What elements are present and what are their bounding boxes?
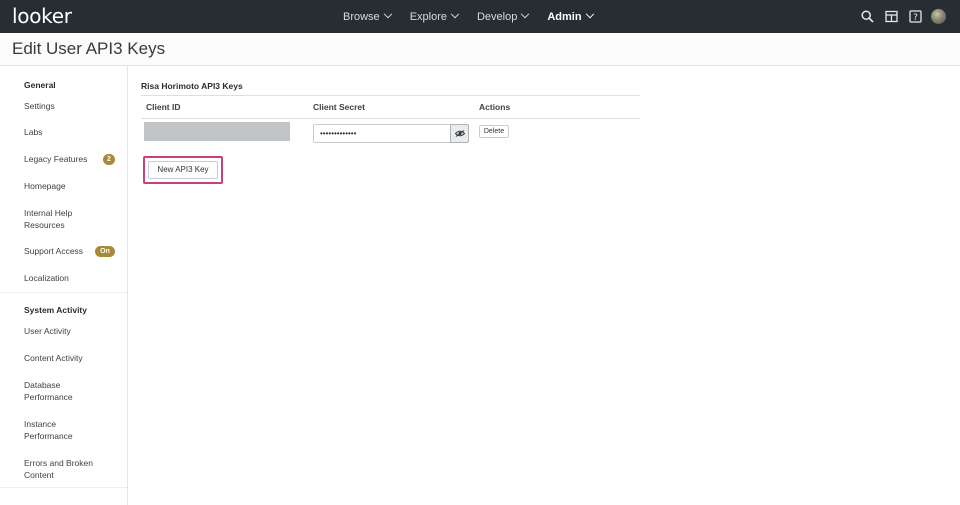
sidebar-divider — [0, 487, 127, 488]
eye-icon — [454, 130, 465, 137]
sidebar-item-homepage[interactable]: Homepage — [24, 180, 120, 192]
client-id-redacted — [144, 122, 290, 141]
nav-explore[interactable]: Explore — [409, 9, 460, 23]
chevron-down-icon — [585, 9, 594, 18]
sidebar-item-content-activity[interactable]: Content Activity — [24, 352, 120, 364]
svg-text:?: ? — [913, 13, 918, 23]
marketplace-icon[interactable] — [883, 9, 899, 25]
nav-develop[interactable]: Develop — [476, 9, 530, 23]
client-secret-field[interactable] — [313, 124, 450, 143]
sidebar-item-settings[interactable]: Settings — [24, 100, 120, 112]
table-header-top-border — [141, 95, 640, 96]
nav-admin-label: Admin — [547, 10, 582, 23]
legacy-features-count-badge: 2 — [103, 154, 115, 165]
looker-logo[interactable]: looker — [12, 5, 72, 27]
support-access-status-badge: On — [95, 246, 115, 257]
sidebar-item-localization[interactable]: Localization — [24, 272, 120, 284]
avatar[interactable] — [931, 9, 946, 24]
sidebar-section-system-activity: System Activity — [24, 305, 87, 315]
nav-explore-label: Explore — [409, 10, 447, 23]
new-api3-key-button[interactable]: New API3 Key — [148, 161, 218, 179]
help-icon[interactable]: ? — [907, 9, 923, 25]
column-header-actions: Actions — [479, 102, 511, 112]
column-header-client-id: Client ID — [146, 102, 181, 112]
sidebar-item-database-performance[interactable]: Database Performance — [24, 379, 84, 403]
column-header-client-secret: Client Secret — [313, 102, 365, 112]
table-header-bottom-border — [141, 118, 640, 119]
nav-develop-label: Develop — [476, 10, 518, 23]
sidebar-item-labs[interactable]: Labs — [24, 126, 120, 138]
sidebar-item-user-activity[interactable]: User Activity — [24, 325, 120, 337]
sidebar-section-general: General — [24, 80, 56, 90]
delete-key-button[interactable]: Delete — [479, 125, 509, 138]
sidebar-item-instance-performance[interactable]: Instance Performance — [24, 418, 84, 442]
chevron-down-icon — [383, 9, 392, 18]
chevron-down-icon — [450, 9, 460, 18]
search-icon[interactable] — [859, 9, 875, 25]
sidebar-item-internal-help-resources[interactable]: Internal Help Resources — [24, 207, 104, 231]
page-title: Edit User API3 Keys — [12, 39, 166, 58]
api-keys-section-title: Risa Horimoto API3 Keys — [141, 81, 243, 91]
sidebar-item-errors-and-broken-content[interactable]: Errors and Broken Content — [24, 457, 98, 481]
main-nav: Browse Explore Develop Admin — [343, 0, 612, 33]
reveal-secret-button[interactable] — [450, 124, 469, 143]
top-icons: ? — [851, 0, 946, 33]
nav-admin[interactable]: Admin — [547, 9, 594, 23]
chevron-down-icon — [521, 9, 530, 18]
admin-sidebar: General Settings Labs Legacy Features 2 … — [0, 66, 128, 505]
top-nav-bar: looker Browse Explore Develop Admin ? — [0, 0, 960, 33]
nav-browse[interactable]: Browse — [343, 9, 392, 23]
sidebar-divider — [0, 292, 127, 293]
nav-browse-label: Browse — [343, 10, 380, 23]
title-bar: Edit User API3 Keys — [0, 33, 960, 66]
